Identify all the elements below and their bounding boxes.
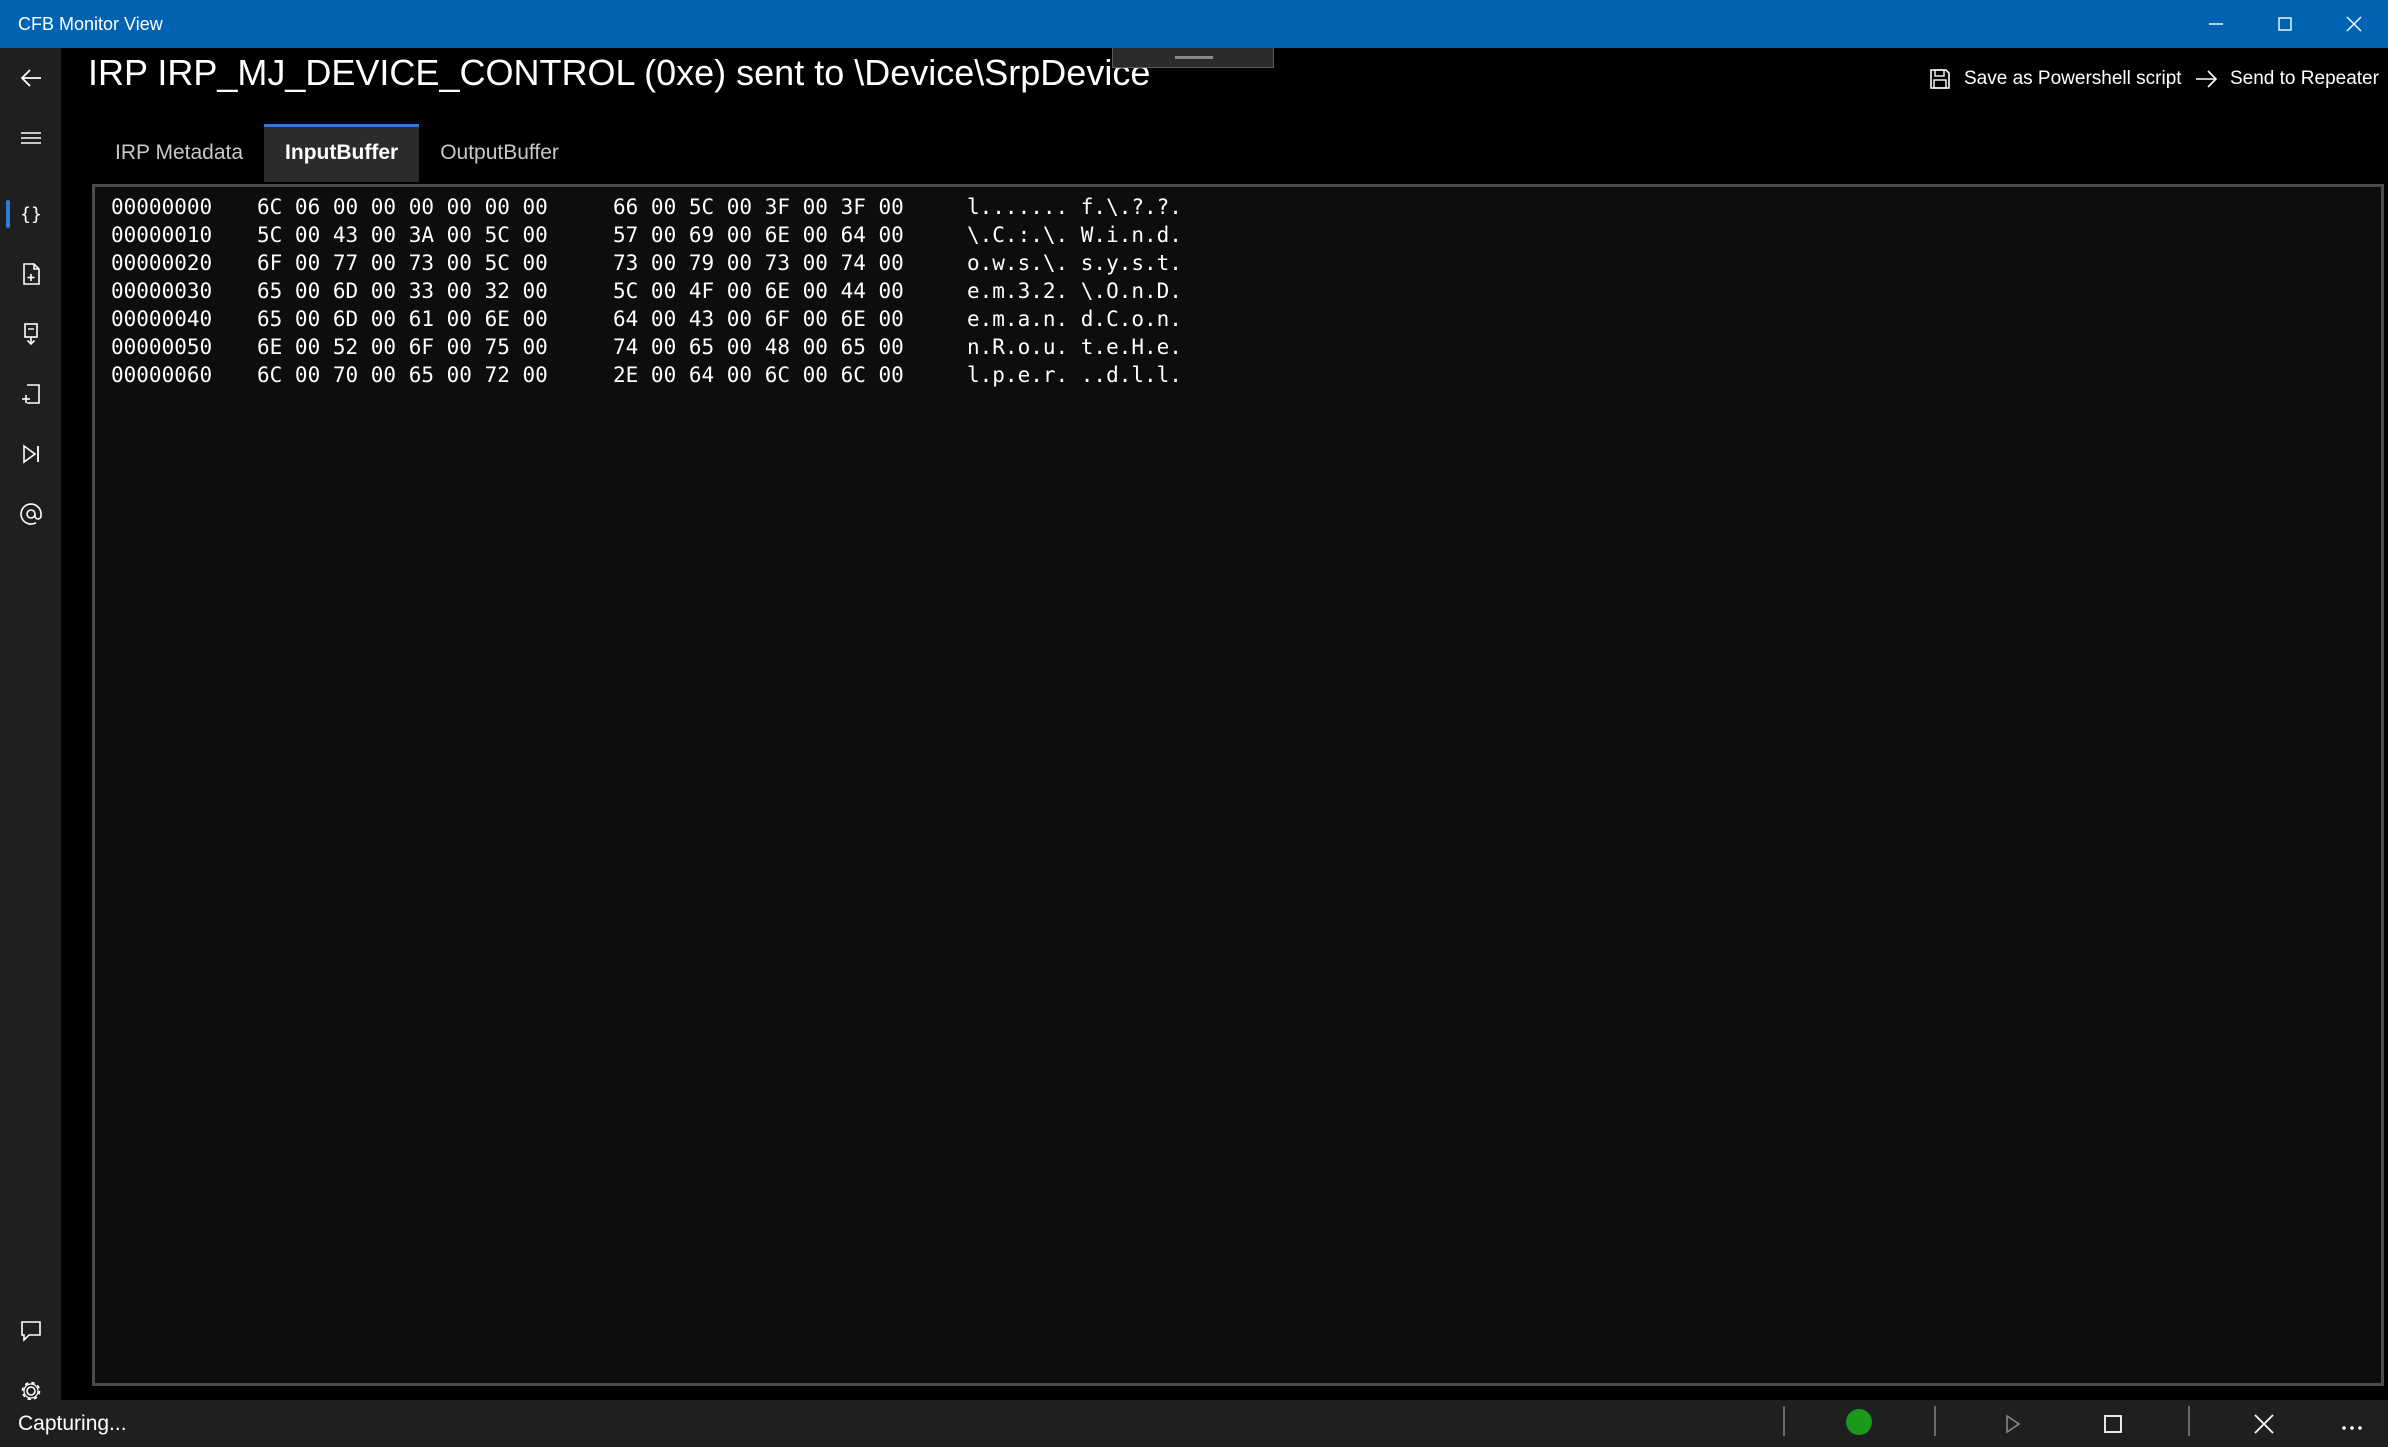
save-powershell-label: Save as Powershell script — [1964, 68, 2182, 89]
tab-irp-metadata[interactable]: IRP Metadata — [94, 124, 264, 182]
hex-ascii: l.p.e.r. ..d.l.l. — [967, 363, 1182, 387]
hex-ascii: e.m.a.n. d.C.o.n. — [967, 307, 1182, 331]
hex-row: 00000060 6C 00 70 00 65 00 72 00 2E 00 6… — [111, 361, 2365, 389]
hex-offset: 00000050 — [111, 335, 213, 359]
hex-ascii: o.w.s.\. s.y.s.t. — [967, 251, 1182, 275]
status-bar: Capturing... — [0, 1400, 2388, 1447]
hex-bytes-right: 2E 00 64 00 6C 00 6C 00 — [613, 363, 904, 387]
hex-bytes-left: 65 00 6D 00 61 00 6E 00 — [257, 307, 548, 331]
nav-export[interactable] — [0, 366, 61, 422]
document-icon — [22, 263, 40, 285]
nav-feedback[interactable] — [0, 1303, 61, 1359]
hex-offset: 00000020 — [111, 251, 213, 275]
window-title: CFB Monitor View — [18, 13, 163, 34]
braces-icon: {} — [20, 204, 42, 225]
hex-bytes-right: 64 00 43 00 6F 00 6E 00 — [613, 307, 904, 331]
play-button[interactable] — [1988, 1404, 2036, 1444]
export-icon — [21, 384, 40, 404]
maximize-button[interactable] — [2250, 0, 2319, 48]
svg-text:{}: {} — [20, 204, 42, 225]
stop-button[interactable] — [2089, 1404, 2137, 1444]
title-bar: CFB Monitor View — [0, 0, 2388, 48]
nav-at[interactable] — [0, 486, 61, 542]
hex-bytes-left: 5C 00 43 00 3A 00 5C 00 — [257, 223, 548, 247]
tab-strip: IRP Metadata InputBuffer OutputBuffer — [94, 124, 580, 182]
back-arrow-icon — [20, 69, 41, 87]
nav-save[interactable] — [0, 306, 61, 362]
page-title: IRP IRP_MJ_DEVICE_CONTROL (0xe) sent to … — [88, 52, 1151, 93]
hex-dump-panel[interactable]: 00000000 6C 06 00 00 00 00 00 00 66 00 5… — [92, 184, 2384, 1386]
stop-icon — [2104, 1415, 2122, 1433]
nav-document[interactable] — [0, 246, 61, 302]
status-separator — [1783, 1406, 1785, 1436]
tab-output-buffer[interactable]: OutputBuffer — [419, 124, 580, 182]
nav-skip[interactable] — [0, 426, 61, 482]
hex-offset: 00000000 — [111, 195, 213, 219]
clear-button[interactable] — [2240, 1404, 2288, 1444]
minimize-button[interactable] — [2181, 0, 2250, 48]
hex-offset: 00000010 — [111, 223, 213, 247]
hex-bytes-left: 6E 00 52 00 6F 00 75 00 — [257, 335, 548, 359]
send-to-repeater-label: Send to Repeater — [2230, 68, 2379, 89]
hex-row: 00000020 6F 00 77 00 73 00 5C 00 73 00 7… — [111, 249, 2365, 277]
hex-ascii: l....... f.\.?.?. — [967, 195, 1182, 219]
hex-bytes-left: 6C 00 70 00 65 00 72 00 — [257, 363, 548, 387]
hex-row: 00000010 5C 00 43 00 3A 00 5C 00 57 00 6… — [111, 221, 2365, 249]
send-to-repeater-button[interactable]: Send to Repeater — [2194, 62, 2379, 96]
hex-bytes-right: 66 00 5C 00 3F 00 3F 00 — [613, 195, 904, 219]
hex-bytes-left: 6F 00 77 00 73 00 5C 00 — [257, 251, 548, 275]
close-icon — [2254, 1414, 2274, 1434]
nav-irp-view[interactable]: {} — [0, 186, 61, 242]
hex-ascii: \.C.:.\. W.i.n.d. — [967, 223, 1182, 247]
nav-menu-button[interactable] — [0, 110, 61, 166]
drag-handle[interactable] — [1112, 48, 1274, 68]
hex-bytes-right: 74 00 65 00 48 00 65 00 — [613, 335, 904, 359]
hex-ascii: n.R.o.u. t.e.H.e. — [967, 335, 1182, 359]
hex-bytes-left: 6C 06 00 00 00 00 00 00 — [257, 195, 548, 219]
left-nav: {} — [0, 48, 61, 1401]
hex-offset: 00000030 — [111, 279, 213, 303]
hex-row: 00000000 6C 06 00 00 00 00 00 00 66 00 5… — [111, 193, 2365, 221]
hex-row: 00000040 65 00 6D 00 61 00 6E 00 64 00 4… — [111, 305, 2365, 333]
more-icon — [2342, 1426, 2362, 1430]
close-icon — [2346, 16, 2361, 32]
hex-offset: 00000040 — [111, 307, 213, 331]
more-button[interactable] — [2328, 1404, 2376, 1444]
hex-bytes-left: 65 00 6D 00 33 00 32 00 — [257, 279, 548, 303]
skip-forward-icon — [22, 444, 39, 464]
play-icon — [2006, 1414, 2021, 1434]
status-separator — [2188, 1406, 2190, 1436]
nav-back-button[interactable] — [0, 50, 61, 106]
hex-bytes-right: 5C 00 4F 00 6E 00 44 00 — [613, 279, 904, 303]
save-device-icon — [23, 323, 38, 346]
save-powershell-button[interactable]: Save as Powershell script — [1928, 62, 2182, 96]
hex-bytes-right: 57 00 69 00 6E 00 64 00 — [613, 223, 904, 247]
status-separator — [1934, 1406, 1936, 1436]
chat-icon — [20, 1321, 41, 1342]
close-window-button[interactable] — [2319, 0, 2388, 48]
hamburger-icon — [20, 132, 41, 144]
save-icon — [1930, 69, 1950, 89]
arrow-right-icon — [2196, 70, 2218, 88]
hex-offset: 00000060 — [111, 363, 213, 387]
maximize-icon — [2277, 17, 2292, 31]
tab-input-buffer[interactable]: InputBuffer — [264, 124, 420, 182]
hex-bytes-right: 73 00 79 00 73 00 74 00 — [613, 251, 904, 275]
capture-status-indicator — [1846, 1409, 1872, 1435]
minimize-icon — [2208, 23, 2223, 25]
at-icon — [19, 503, 42, 525]
hex-ascii: e.m.3.2. \.O.n.D. — [967, 279, 1182, 303]
status-text: Capturing... — [18, 1412, 127, 1435]
hex-row: 00000050 6E 00 52 00 6F 00 75 00 74 00 6… — [111, 333, 2365, 361]
hex-row: 00000030 65 00 6D 00 33 00 32 00 5C 00 4… — [111, 277, 2365, 305]
